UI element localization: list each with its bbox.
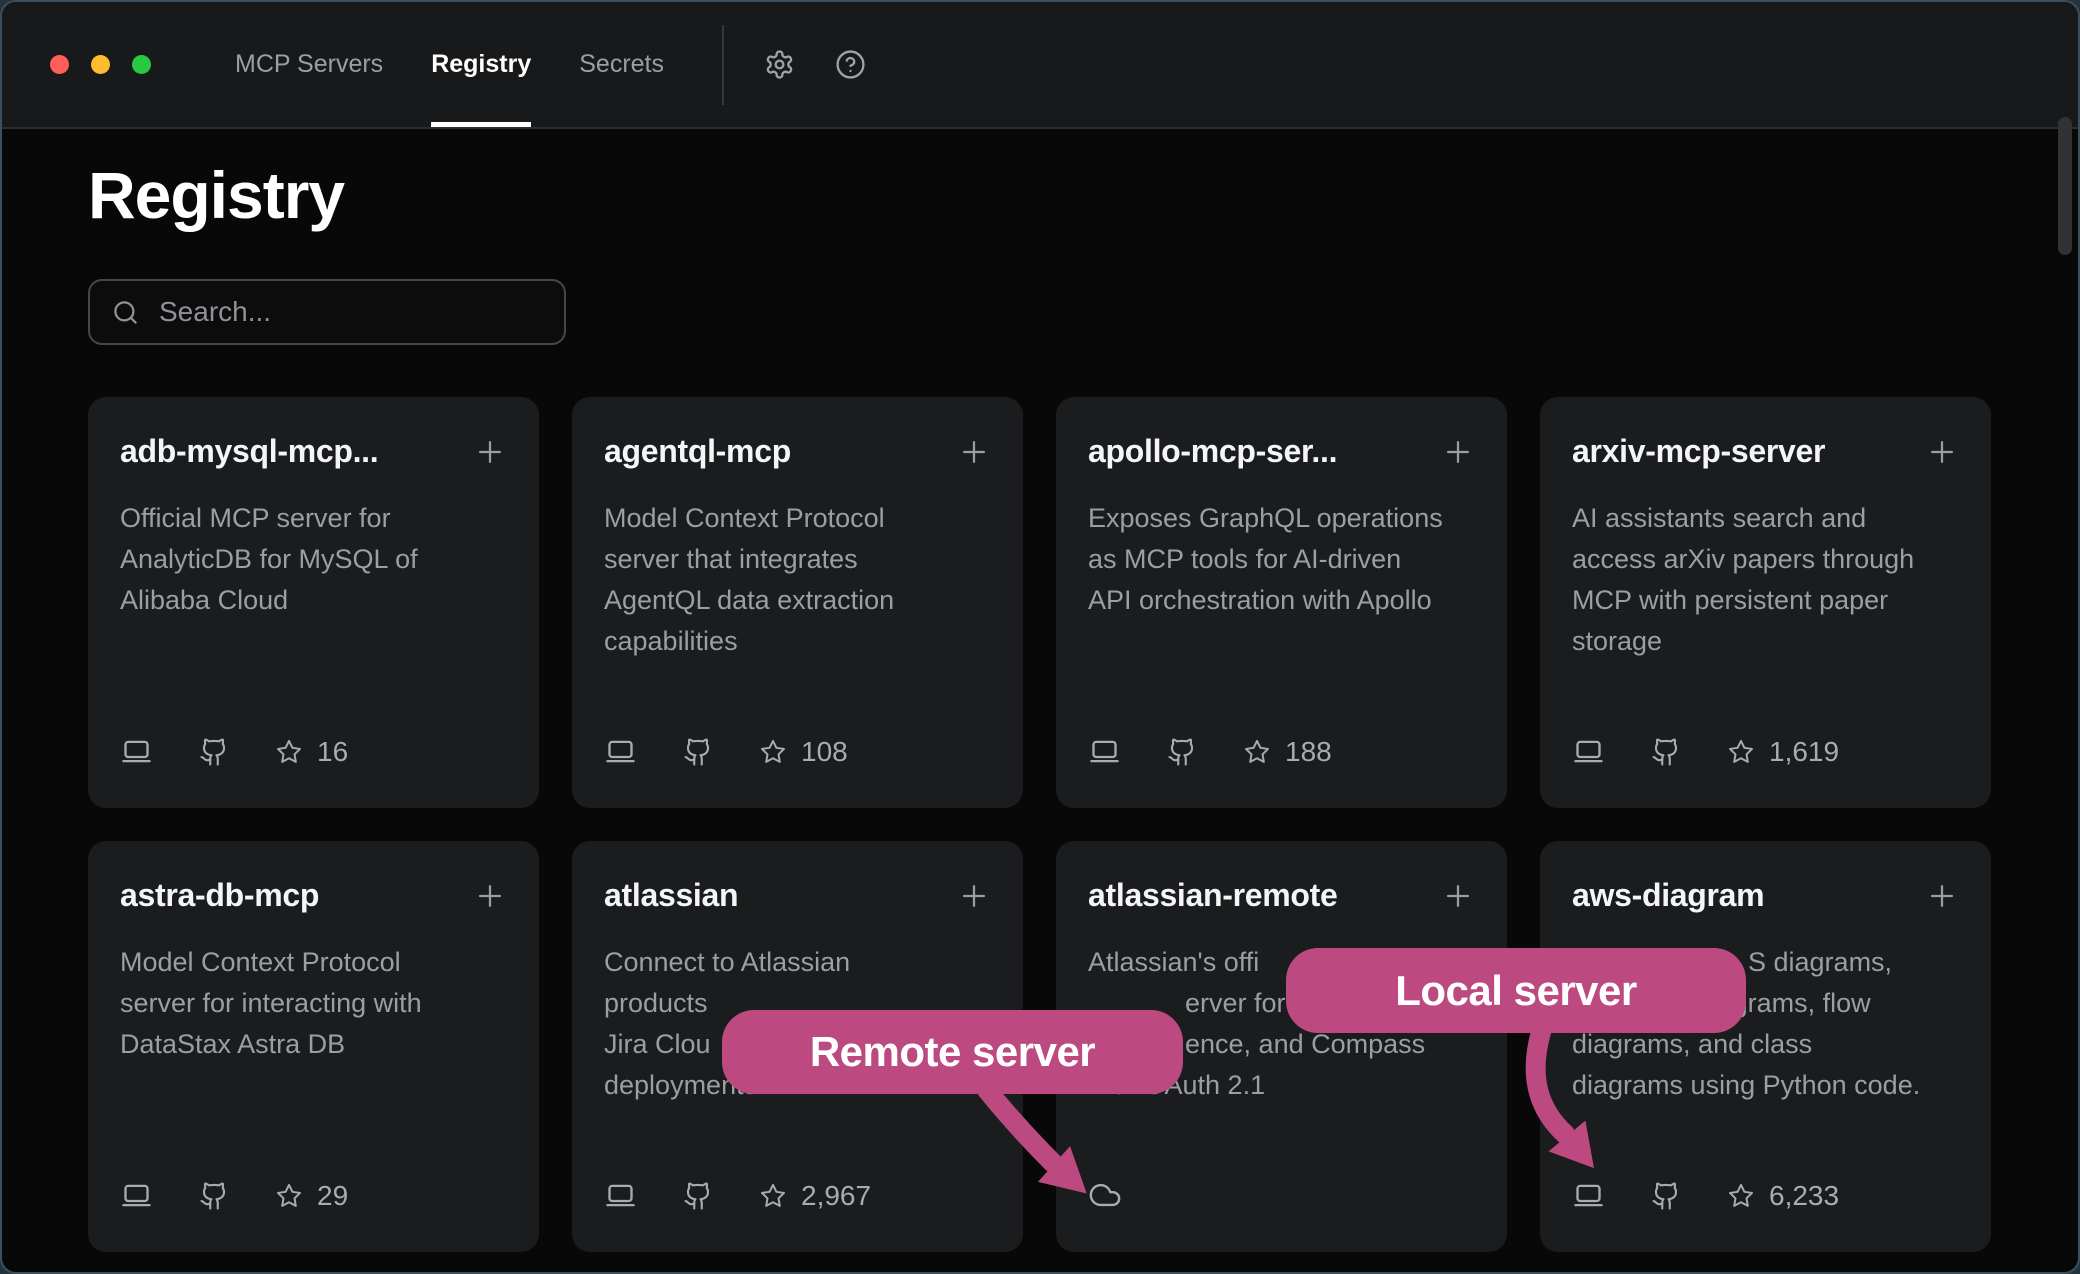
add-server-button[interactable] — [1441, 435, 1475, 469]
star-count: 29 — [317, 1180, 348, 1212]
server-description: Exposes GraphQL operations as MCP tools … — [1088, 498, 1475, 621]
main-nav: MCP Servers Registry Secrets — [235, 2, 664, 127]
server-name: arxiv-mcp-server — [1572, 433, 1825, 470]
vertical-scrollbar-thumb[interactable] — [2058, 117, 2072, 255]
github-icon — [1651, 737, 1681, 767]
star-count: 108 — [801, 736, 848, 768]
github-icon — [683, 737, 713, 767]
add-server-button[interactable] — [1925, 879, 1959, 913]
settings-gear-icon[interactable] — [764, 49, 795, 80]
add-server-button[interactable] — [473, 435, 507, 469]
star-icon — [1243, 738, 1271, 766]
server-description: AI assistants search and access arXiv pa… — [1572, 498, 1959, 662]
github-icon — [199, 1181, 229, 1211]
github-icon — [199, 737, 229, 767]
page-title: Registry — [88, 157, 1992, 233]
add-server-button[interactable] — [1441, 879, 1475, 913]
search-box — [88, 279, 566, 345]
laptop-icon — [1088, 735, 1121, 768]
tab-mcp-servers[interactable]: MCP Servers — [235, 2, 383, 127]
title-bar: MCP Servers Registry Secrets — [2, 2, 2078, 129]
server-name: apollo-mcp-ser... — [1088, 433, 1337, 470]
zoom-window-button[interactable] — [132, 55, 151, 74]
star-icon — [759, 738, 787, 766]
server-card-apollo-mcp-server[interactable]: apollo-mcp-ser... Exposes GraphQL operat… — [1056, 397, 1507, 808]
server-card-adb-mysql-mcp[interactable]: adb-mysql-mcp... Official MCP server for… — [88, 397, 539, 808]
server-name: atlassian — [604, 877, 738, 914]
laptop-icon — [604, 1179, 637, 1212]
close-window-button[interactable] — [50, 55, 69, 74]
star-count: 16 — [317, 736, 348, 768]
github-icon — [683, 1181, 713, 1211]
server-name: atlassian-remote — [1088, 877, 1338, 914]
help-icon[interactable] — [835, 49, 866, 80]
star-icon — [275, 1182, 303, 1210]
minimize-window-button[interactable] — [91, 55, 110, 74]
star-icon — [1727, 1182, 1755, 1210]
server-card-arxiv-mcp-server[interactable]: arxiv-mcp-server AI assistants search an… — [1540, 397, 1991, 808]
local-server-callout: Local server — [1286, 948, 1746, 1033]
laptop-icon — [120, 735, 153, 768]
search-input[interactable] — [157, 295, 542, 329]
star-count: 188 — [1285, 736, 1332, 768]
add-server-button[interactable] — [473, 879, 507, 913]
github-icon — [1167, 737, 1197, 767]
local-server-arrow — [1507, 1030, 1677, 1190]
search-icon — [112, 299, 139, 326]
star-icon — [1727, 738, 1755, 766]
star-count: 2,967 — [801, 1180, 871, 1212]
laptop-icon — [120, 1179, 153, 1212]
server-name: adb-mysql-mcp... — [120, 433, 378, 470]
server-card-agentql-mcp[interactable]: agentql-mcp Model Context Protocol serve… — [572, 397, 1023, 808]
star-count: 1,619 — [1769, 736, 1839, 768]
server-name: agentql-mcp — [604, 433, 791, 470]
add-server-button[interactable] — [1925, 435, 1959, 469]
app-window: MCP Servers Registry Secrets Registry — [0, 0, 2080, 1274]
laptop-icon — [1572, 735, 1605, 768]
star-icon — [275, 738, 303, 766]
server-description: Official MCP server for AnalyticDB for M… — [120, 498, 507, 621]
add-server-button[interactable] — [957, 879, 991, 913]
star-count: 6,233 — [1769, 1180, 1839, 1212]
tab-registry[interactable]: Registry — [431, 2, 531, 127]
remote-server-callout: Remote server — [722, 1010, 1183, 1094]
server-description: Model Context Protocol server for intera… — [120, 942, 507, 1065]
remote-server-arrow — [942, 1082, 1162, 1222]
server-name: astra-db-mcp — [120, 877, 319, 914]
server-description: Model Context Protocol server that integ… — [604, 498, 991, 662]
toolbar-divider — [722, 25, 724, 105]
add-server-button[interactable] — [957, 435, 991, 469]
traffic-lights — [50, 55, 151, 74]
server-name: aws-diagram — [1572, 877, 1764, 914]
tab-secrets[interactable]: Secrets — [579, 2, 664, 127]
laptop-icon — [604, 735, 637, 768]
server-card-astra-db-mcp[interactable]: astra-db-mcp Model Context Protocol serv… — [88, 841, 539, 1252]
star-icon — [759, 1182, 787, 1210]
